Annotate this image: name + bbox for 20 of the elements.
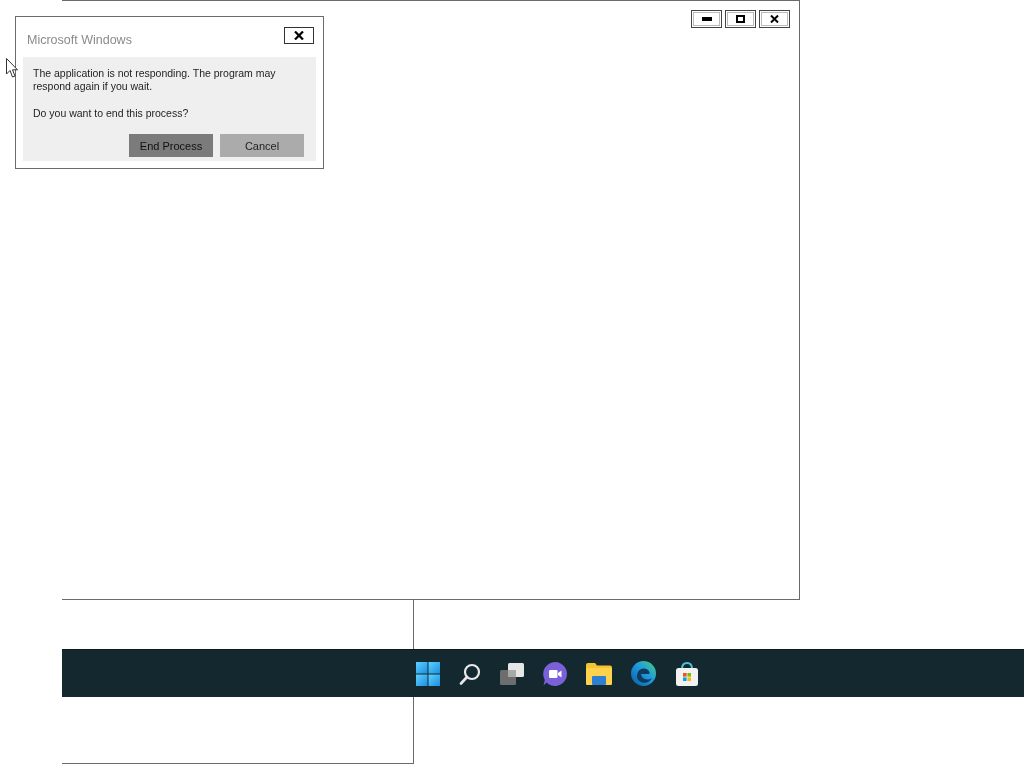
minimize-button[interactable] [691, 10, 722, 28]
window-close-button[interactable] [759, 10, 790, 28]
cancel-button[interactable]: Cancel [220, 134, 304, 157]
shopping-bag-icon[interactable] [675, 661, 699, 686]
start-icon[interactable] [416, 661, 440, 686]
search-icon[interactable] [459, 662, 481, 685]
maximize-button[interactable] [725, 10, 756, 28]
end-process-button[interactable]: End Process [129, 134, 213, 157]
close-icon [770, 15, 779, 23]
minimize-icon [701, 17, 712, 21]
maximize-icon [736, 15, 745, 23]
wave-circle-icon[interactable] [631, 661, 656, 686]
camera-bubble-icon[interactable] [543, 661, 567, 686]
close-button[interactable] [284, 26, 314, 44]
overlapping-squares-icon[interactable] [500, 662, 524, 685]
close-icon [294, 30, 304, 40]
dialog-title: Microsoft Windows [27, 33, 132, 47]
folder-icon[interactable] [586, 662, 612, 685]
dialog-question: Do you want to end this process? [33, 107, 190, 120]
dialog-message: The application is not responding. The program may respond again if you wait. [33, 67, 277, 93]
